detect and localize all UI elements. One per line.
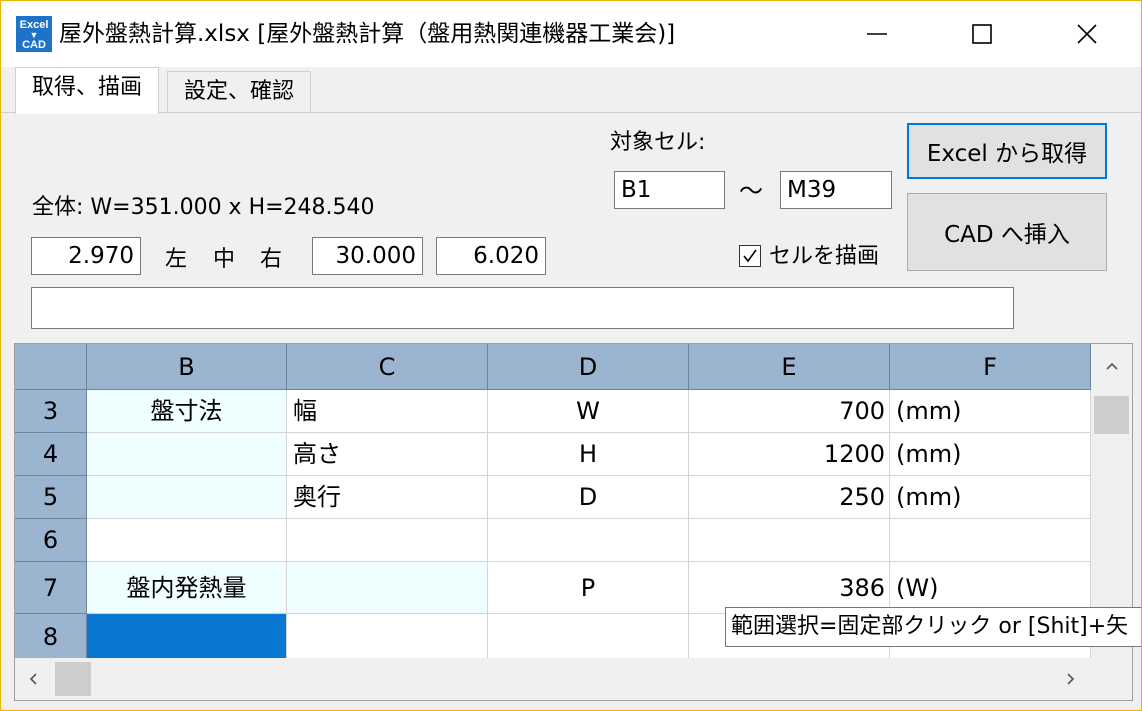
cell-d3[interactable]: W [488,390,689,433]
app-window: Excel ▼ CAD 屋外盤熱計算.xlsx [屋外盤熱計算（盤用熱関連機器工… [0,0,1142,711]
cell-d6[interactable] [488,519,689,562]
cell-f3[interactable]: (mm) [890,390,1091,433]
cell-f4[interactable]: (mm) [890,433,1091,476]
chevron-right-icon [1067,673,1075,685]
cell-b8[interactable] [87,614,287,660]
checkmark-icon [743,249,757,263]
left-offset-input[interactable]: 2.970 [31,237,141,275]
tab-acquire-draw[interactable]: 取得、描画 [15,67,160,114]
cell-b3[interactable]: 盤寸法 [87,390,287,433]
cell-c5[interactable]: 奥行 [287,476,488,519]
cell-grid[interactable]: B C D E F 3 盤寸法幅 W 700 (mm) 4 高さ H 1200 (mm) 5 奥行 D 250 (mm… [14,343,1133,701]
cell-d4[interactable]: H [488,433,689,476]
cell-f6[interactable] [890,519,1091,562]
down-arrow-icon: ▼ [29,30,39,40]
range-to-input[interactable]: M39 [780,171,892,209]
cell-b4[interactable] [87,433,287,476]
range-tilde: ～ [739,177,763,205]
chevron-up-icon [1105,362,1118,370]
window-title: 屋外盤熱計算.xlsx [屋外盤熱計算（盤用熱関連機器工業会)] [59,21,676,47]
align-center-option[interactable]: 中 [213,246,235,274]
draw-cells-checkbox[interactable] [739,245,761,267]
target-cell-label: 対象セル: [610,130,706,155]
overall-size-label: 全体: W=351.000 x H=248.540 [32,195,375,220]
middle-value-input[interactable]: 30.000 [312,237,423,275]
right-value-input[interactable]: 6.020 [436,237,546,275]
scroll-right-button[interactable] [1051,658,1091,700]
excel-cad-app-icon: Excel ▼ CAD [16,16,52,52]
maximize-button[interactable] [936,1,1028,67]
row-header-6[interactable]: 6 [15,519,87,562]
minimize-icon [867,33,887,35]
horizontal-scrollbar[interactable] [15,658,1132,700]
grid-corner[interactable] [15,344,87,390]
cell-d5[interactable]: D [488,476,689,519]
text-output-field[interactable] [31,287,1014,329]
row-header-8[interactable]: 8 [15,614,87,660]
cell-e3[interactable]: 700 [689,390,890,433]
range-from-input[interactable]: B1 [614,171,725,209]
cell-c6[interactable] [287,519,488,562]
minimize-button[interactable] [831,1,923,67]
column-header-b[interactable]: B [87,344,287,390]
scroll-left-button[interactable] [15,658,51,700]
cell-b7[interactable]: 盤内発熱量 [87,562,287,614]
vertical-scroll-thumb[interactable] [1094,396,1129,434]
close-icon [1077,24,1097,44]
app-icon-text-bottom: CAD [22,39,46,51]
cell-e6[interactable] [689,519,890,562]
cell-e5[interactable]: 250 [689,476,890,519]
cell-c8[interactable] [287,614,488,660]
column-header-e[interactable]: E [689,344,890,390]
selection-tooltip: 範囲選択=固定部クリック or [Shit]+矢 [725,607,1141,647]
row-header-5[interactable]: 5 [15,476,87,519]
cell-b6[interactable] [87,519,287,562]
horizontal-scroll-thumb[interactable] [55,662,91,696]
get-from-excel-button[interactable]: Excel から取得 [907,123,1107,179]
close-button[interactable] [1041,1,1133,67]
column-header-d[interactable]: D [488,344,689,390]
maximize-icon [972,24,992,44]
cell-e4[interactable]: 1200 [689,433,890,476]
title-bar[interactable]: Excel ▼ CAD 屋外盤熱計算.xlsx [屋外盤熱計算（盤用熱関連機器工… [1,1,1141,67]
cell-c3[interactable]: 幅 [287,390,488,433]
row-header-7[interactable]: 7 [15,562,87,614]
scroll-up-button[interactable] [1091,344,1132,388]
cell-c7[interactable] [287,562,488,614]
draw-cells-label[interactable]: セルを描画 [769,243,879,271]
column-header-c[interactable]: C [287,344,488,390]
column-header-f[interactable]: F [890,344,1091,390]
cell-c4[interactable]: 高さ [287,433,488,476]
align-left-option[interactable]: 左 [165,246,187,274]
cell-b5[interactable] [87,476,287,519]
row-header-3[interactable]: 3 [15,390,87,433]
chevron-left-icon [29,673,37,685]
cell-d7[interactable]: P [488,562,689,614]
row-header-4[interactable]: 4 [15,433,87,476]
align-right-option[interactable]: 右 [260,246,282,274]
tab-settings-confirm[interactable]: 設定、確認 [167,71,312,113]
insert-to-cad-button[interactable]: CAD へ挿入 [907,193,1107,271]
tab-strip: 取得、描画 設定、確認 [1,67,1141,114]
cell-d8[interactable] [488,614,689,660]
cell-f5[interactable]: (mm) [890,476,1091,519]
